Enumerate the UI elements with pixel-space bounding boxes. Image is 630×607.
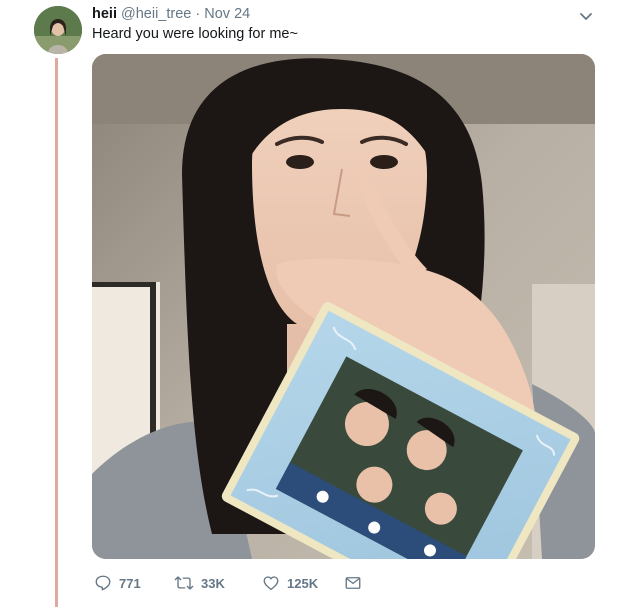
separator-dot: · xyxy=(195,6,201,22)
tweet-text: Heard you were looking for me~ xyxy=(92,26,298,42)
tweet-photo[interactable] xyxy=(92,54,595,559)
retweet-count: 33K xyxy=(201,575,225,591)
reply-count: 771 xyxy=(119,575,141,591)
chevron-down-icon[interactable] xyxy=(578,8,594,24)
photo-image xyxy=(92,54,595,559)
tweet-actions: 771 33K 125K xyxy=(94,572,362,594)
tweet-header: heii @heii_tree · Nov 24 xyxy=(92,5,590,23)
direct-message-button[interactable] xyxy=(344,574,362,592)
avatar[interactable] xyxy=(34,6,82,54)
author-name[interactable]: heii xyxy=(92,6,117,22)
like-button[interactable]: 125K xyxy=(262,574,344,592)
tweet-date[interactable]: Nov 24 xyxy=(204,6,250,22)
avatar-image xyxy=(34,6,82,54)
reply-button[interactable]: 771 xyxy=(94,574,174,592)
retweet-button[interactable]: 33K xyxy=(174,574,262,592)
like-count: 125K xyxy=(287,575,319,591)
retweet-icon xyxy=(174,576,194,590)
like-icon xyxy=(263,576,279,591)
thread-connector-line xyxy=(55,58,58,607)
author-handle[interactable]: @heii_tree xyxy=(121,6,191,22)
message-icon xyxy=(345,577,361,589)
reply-icon xyxy=(95,575,111,591)
